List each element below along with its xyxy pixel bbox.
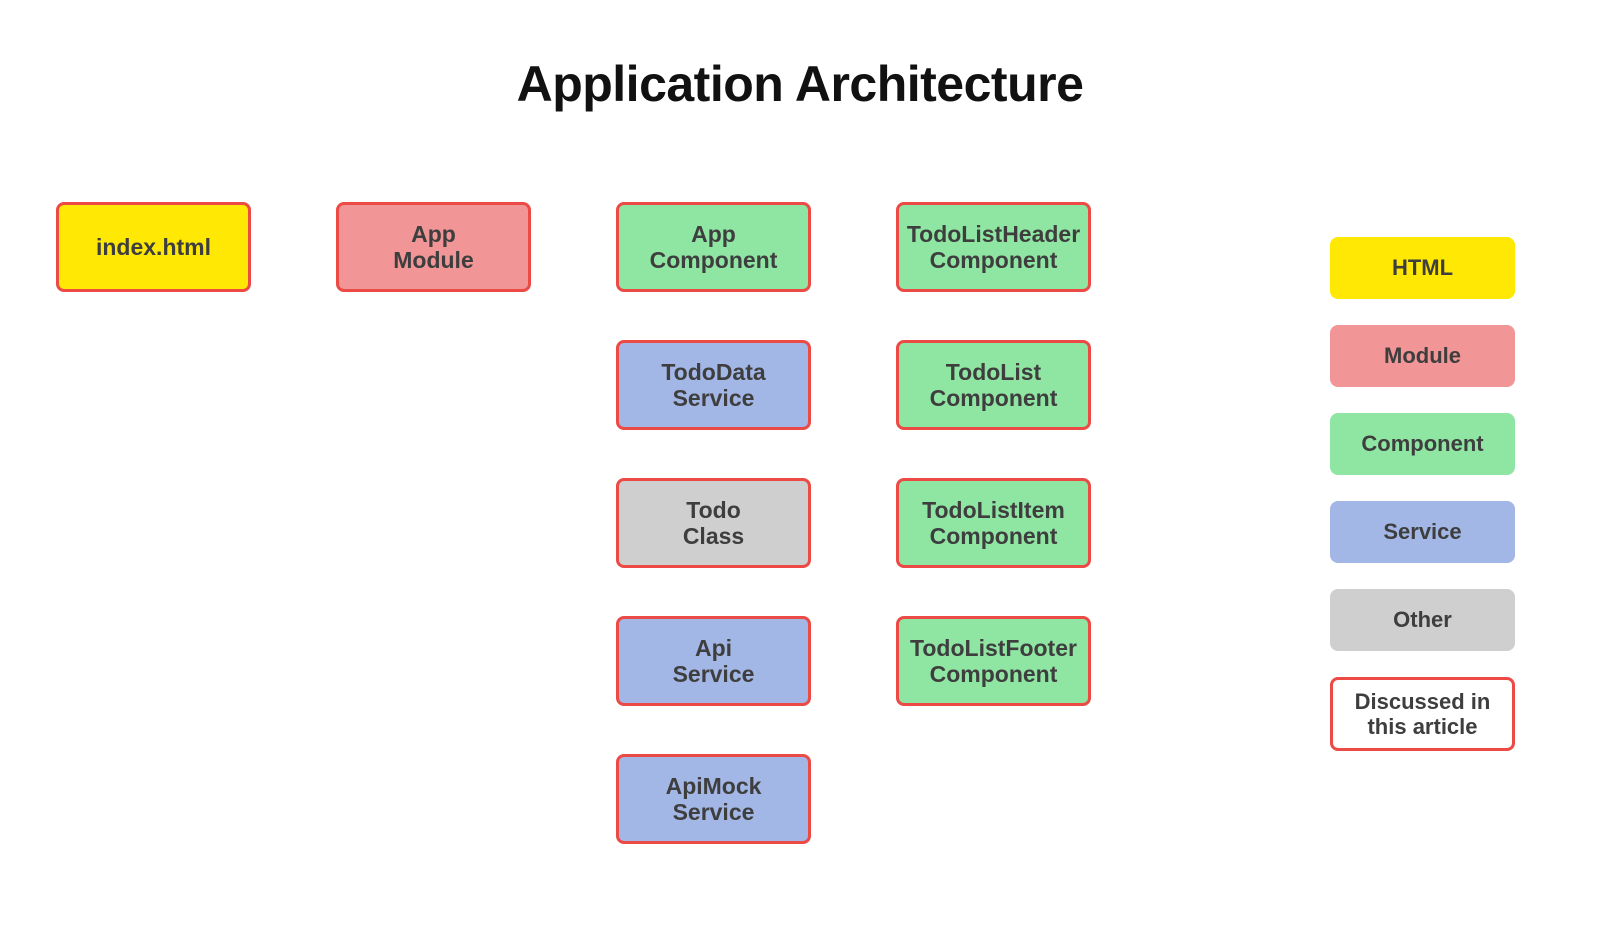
node-label: TodoListItem Component <box>922 497 1065 550</box>
legend-legend-component: Component <box>1330 413 1515 475</box>
nodes-app-component: App Component <box>616 202 811 292</box>
diagram-title: Application Architecture <box>0 55 1600 113</box>
nodes-todolist: TodoList Component <box>896 340 1091 430</box>
nodes-todo-class: Todo Class <box>616 478 811 568</box>
node-label: ApiMock Service <box>666 773 762 826</box>
node-label: TodoList Component <box>930 359 1058 412</box>
node-label: index.html <box>96 234 211 260</box>
legend-legend-other: Other <box>1330 589 1515 651</box>
node-label: App Module <box>393 221 474 274</box>
nodes-index-html: index.html <box>56 202 251 292</box>
node-label: TodoData Service <box>661 359 765 412</box>
nodes-todolistfooter: TodoListFooter Component <box>896 616 1091 706</box>
node-label: Other <box>1393 607 1452 632</box>
node-label: HTML <box>1392 255 1453 280</box>
node-label: Discussed in this article <box>1355 689 1491 740</box>
legend-legend-html: HTML <box>1330 237 1515 299</box>
node-label: Service <box>1383 519 1461 544</box>
legend-legend-module: Module <box>1330 325 1515 387</box>
nodes-todolistitem: TodoListItem Component <box>896 478 1091 568</box>
legend-legend-service: Service <box>1330 501 1515 563</box>
node-label: TodoListFooter Component <box>910 635 1077 688</box>
nodes-todolistheader: TodoListHeader Component <box>896 202 1091 292</box>
node-label: TodoListHeader Component <box>907 221 1080 274</box>
nodes-app-module: App Module <box>336 202 531 292</box>
nodes-api-service: Api Service <box>616 616 811 706</box>
nodes-tododata-service: TodoData Service <box>616 340 811 430</box>
node-label: Component <box>1361 431 1483 456</box>
node-label: Api Service <box>673 635 755 688</box>
node-label: App Component <box>650 221 778 274</box>
node-label: Module <box>1384 343 1461 368</box>
node-label: Todo Class <box>683 497 744 550</box>
diagram-canvas: Application Architecture index.html App M… <box>0 0 1600 950</box>
nodes-apimock-service: ApiMock Service <box>616 754 811 844</box>
legend-legend-discussed: Discussed in this article <box>1330 677 1515 751</box>
